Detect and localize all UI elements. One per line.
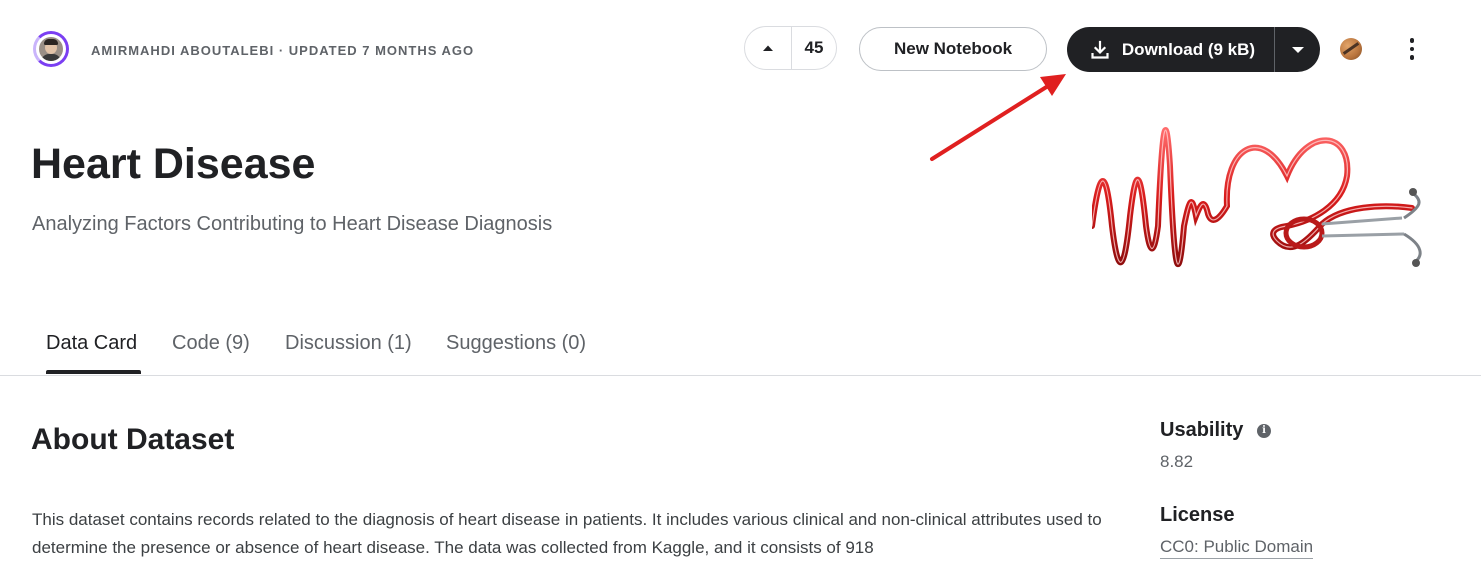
annotation-arrow — [930, 74, 1066, 161]
upvote-icon — [763, 45, 773, 51]
usability-label: Usability — [1160, 419, 1244, 441]
vote-widget: 45 — [744, 26, 837, 70]
page-subtitle: Analyzing Factors Contributing to Heart … — [32, 213, 553, 235]
download-icon — [1091, 40, 1109, 59]
tab-code[interactable]: Code (9) — [172, 332, 250, 355]
vote-count: 45 — [804, 38, 824, 57]
license-label: License — [1160, 504, 1235, 526]
usability-value: 8.82 — [1160, 452, 1194, 471]
user-menu-icon[interactable] — [1340, 38, 1362, 60]
info-icon[interactable]: i — [1257, 424, 1271, 438]
download-button[interactable]: Download (9 kB) — [1067, 27, 1274, 72]
dataset-description: This dataset contains records related to… — [32, 510, 1102, 557]
download-label: Download (9 kB) — [1121, 39, 1256, 59]
more-vert-icon[interactable] — [1400, 36, 1424, 62]
tab-data-card[interactable]: Data Card — [46, 332, 137, 355]
avatar[interactable] — [33, 31, 69, 67]
active-tab-indicator — [46, 370, 141, 374]
upvote-button[interactable] — [745, 27, 792, 69]
download-button-group: Download (9 kB) — [1067, 27, 1320, 72]
license-link[interactable]: CC0: Public Domain — [1160, 537, 1314, 559]
chevron-down-icon — [1291, 46, 1304, 53]
new-notebook-button[interactable]: New Notebook — [859, 27, 1047, 71]
tab-suggestions[interactable]: Suggestions (0) — [446, 332, 586, 355]
about-heading: About Dataset — [31, 423, 235, 456]
dataset-cover-image — [1092, 127, 1422, 267]
tab-bar: Data Card Code (9) Discussion (1) Sugges… — [0, 322, 1481, 376]
download-options-button[interactable] — [1275, 27, 1320, 72]
page-title: Heart Disease — [31, 140, 316, 188]
author-byline: AMIRMAHDI ABOUTALEBI · UPDATED 7 MONTHS … — [91, 43, 475, 58]
tab-discussion[interactable]: Discussion (1) — [285, 332, 412, 355]
